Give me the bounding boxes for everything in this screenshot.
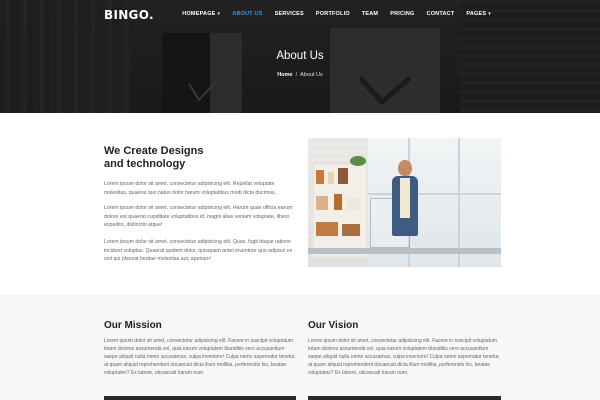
intro-paragraph: Lorem ipsum dolor sit amet, consectetur … (104, 205, 293, 229)
nav-label: HOMEPAGE (182, 11, 216, 17)
breadcrumb-separator: / (295, 72, 298, 78)
nav-homepage[interactable]: HOMEPAGE ▾ (176, 11, 226, 17)
nav-about-us[interactable]: ABOUT US (226, 11, 268, 17)
site-logo[interactable]: BINGO. (104, 8, 154, 22)
nav-label: PORTFOLIO (315, 11, 350, 17)
nav-pricing[interactable]: PRICING (384, 11, 420, 17)
intro-heading-line2: and technology (104, 158, 186, 170)
breadcrumb-current: About Us (300, 72, 323, 78)
main-nav: HOMEPAGE ▾ ABOUT US SERVICES PORTFOLIO T… (176, 11, 497, 17)
nav-label: CONTACT (426, 11, 455, 17)
office-photo (308, 138, 501, 267)
vision-text: Lorem ipsum dolor sit amet, consectetur … (308, 338, 500, 377)
intro-heading-line1: We Create Designs (104, 145, 204, 157)
nav-portfolio[interactable]: PORTFOLIO (310, 11, 356, 17)
nav-services[interactable]: SERVICES (269, 11, 310, 17)
vision-image (308, 396, 501, 400)
nav-label: TEAM (361, 11, 379, 17)
mission-image (104, 396, 296, 400)
intro-paragraph: Lorem ipsum dolor sit amet, consectetur … (104, 239, 293, 263)
breadcrumb: Home / About Us (0, 72, 600, 78)
vision-heading: Our Vision (308, 320, 359, 331)
chevron-down-icon: ▾ (217, 10, 221, 17)
intro-paragraph: Lorem ipsum dolor sit amet, consectetur … (104, 181, 277, 196)
nav-label: SERVICES (274, 11, 304, 17)
nav-label: PAGES (466, 11, 487, 17)
intro-heading: We Create Designs and technology (104, 145, 203, 171)
chevron-down-icon: ▾ (488, 10, 491, 17)
page-title: About Us (276, 50, 324, 62)
nav-pages[interactable]: PAGES ▾ (460, 11, 497, 17)
mission-heading: Our Mission (104, 320, 162, 331)
nav-label: PRICING (390, 11, 415, 17)
nav-label: ABOUT US (232, 11, 263, 17)
breadcrumb-home-link[interactable]: Home (277, 72, 292, 78)
nav-team[interactable]: TEAM (356, 11, 384, 17)
hero-banner: BINGO. HOMEPAGE ▾ ABOUT US SERVICES PORT… (0, 0, 600, 113)
nav-contact[interactable]: CONTACT (421, 11, 461, 17)
mission-vision-section (0, 295, 600, 400)
mission-text: Lorem ipsum dolor sit amet, consectetur … (104, 338, 296, 377)
